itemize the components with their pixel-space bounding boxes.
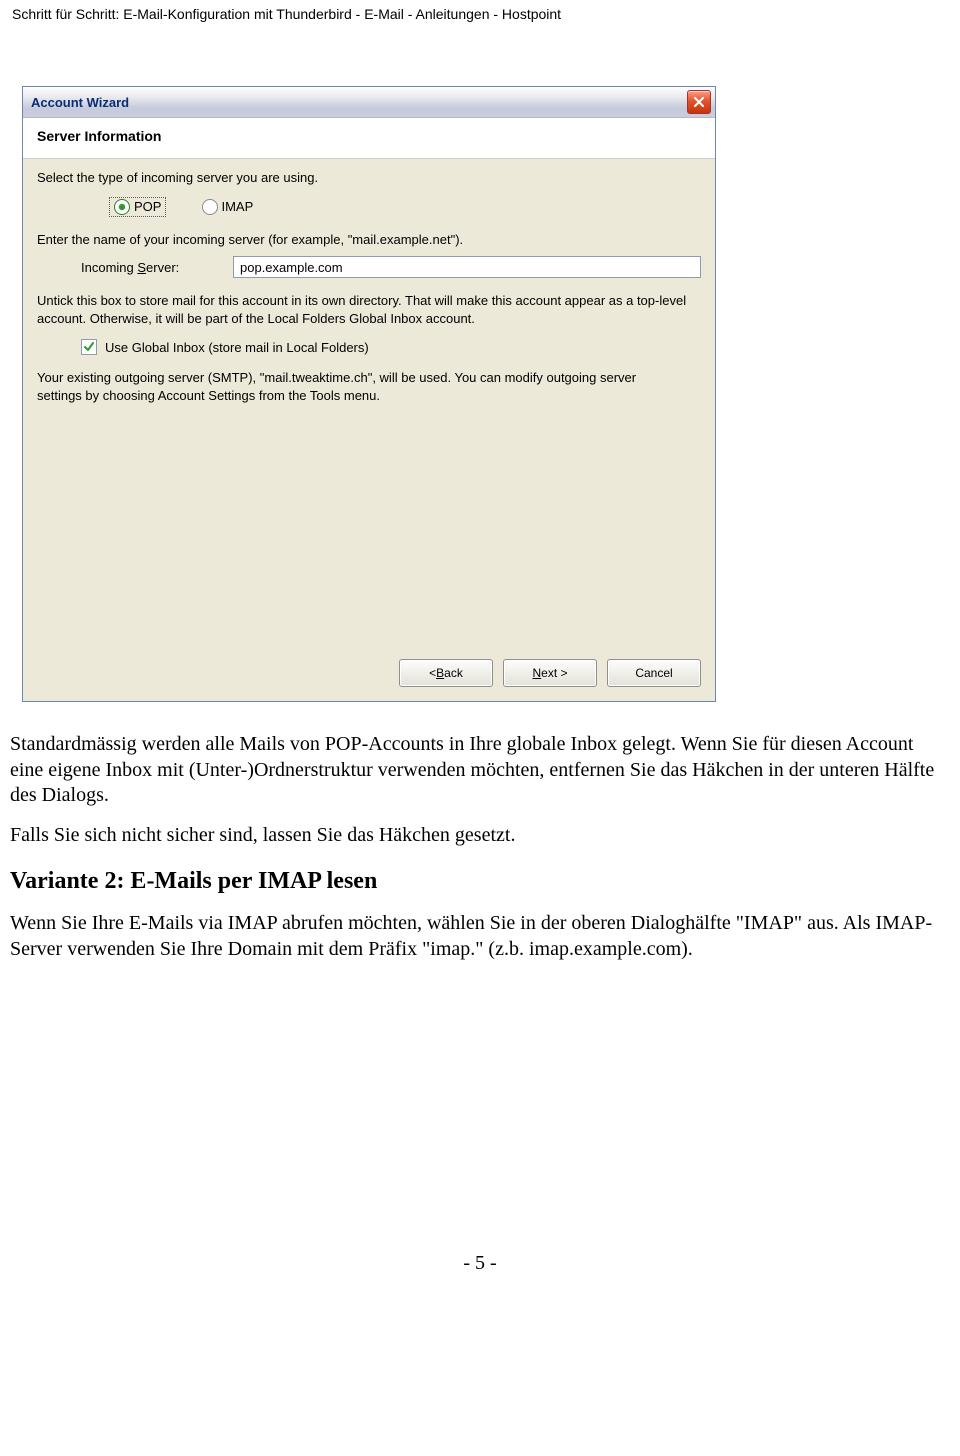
document-body: Standardmässig werden alle Mails von POP…: [10, 732, 950, 962]
next-button[interactable]: Next >: [503, 659, 597, 687]
untick-text: Untick this box to store mail for this a…: [37, 292, 697, 327]
enter-name-label: Enter the name of your incoming server (…: [37, 231, 557, 249]
incoming-server-input[interactable]: [233, 256, 701, 278]
cancel-button[interactable]: Cancel: [607, 659, 701, 687]
radio-imap-wrap[interactable]: IMAP: [202, 199, 253, 215]
paragraph-3: Wenn Sie Ihre E-Mails via IMAP abrufen m…: [10, 911, 950, 962]
section-header: Server Information: [23, 118, 715, 159]
account-wizard-dialog: Account Wizard Server Information Select…: [22, 86, 716, 702]
radio-pop-label: POP: [134, 199, 161, 214]
dialog-content: Select the type of incoming server you a…: [23, 159, 715, 649]
global-inbox-checkbox[interactable]: [81, 339, 97, 355]
select-type-label: Select the type of incoming server you a…: [37, 169, 701, 187]
incoming-server-label: Incoming Server:: [81, 260, 229, 275]
incoming-server-row: Incoming Server:: [37, 254, 701, 292]
server-type-radio-group: POP IMAP: [37, 193, 701, 231]
paragraph-2: Falls Sie sich nicht sicher sind, lassen…: [10, 823, 950, 849]
titlebar: Account Wizard: [23, 87, 715, 118]
global-inbox-label: Use Global Inbox (store mail in Local Fo…: [105, 340, 369, 355]
close-icon: [693, 96, 705, 108]
dialog-title: Account Wizard: [31, 95, 129, 110]
back-button[interactable]: < Back: [399, 659, 493, 687]
smtp-text: Your existing outgoing server (SMTP), "m…: [37, 369, 677, 404]
close-button[interactable]: [687, 90, 711, 114]
document-header: Schritt für Schritt: E-Mail-Konfiguratio…: [8, 0, 952, 26]
check-icon: [83, 341, 95, 353]
button-bar: < Back Next > Cancel: [23, 649, 715, 701]
radio-pop-wrap[interactable]: POP: [109, 197, 166, 217]
global-inbox-row[interactable]: Use Global Inbox (store mail in Local Fo…: [37, 333, 701, 369]
heading-variante-2: Variante 2: E-Mails per IMAP lesen: [10, 866, 950, 897]
section-title: Server Information: [37, 128, 701, 144]
radio-imap[interactable]: [202, 199, 218, 215]
paragraph-1: Standardmässig werden alle Mails von POP…: [10, 732, 950, 809]
radio-imap-label: IMAP: [221, 199, 253, 214]
page-number: - 5 -: [8, 1252, 952, 1275]
radio-pop[interactable]: [114, 199, 130, 215]
